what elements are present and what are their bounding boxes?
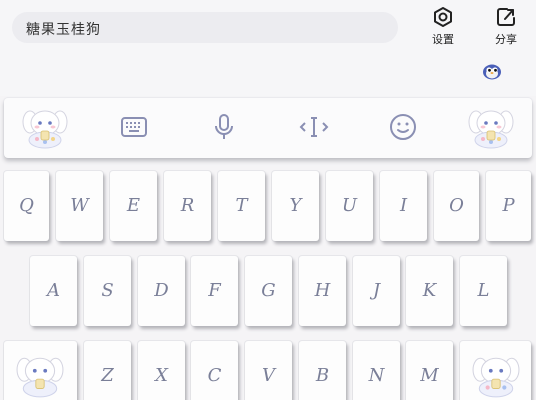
key-l[interactable]: L — [460, 256, 507, 326]
key-m[interactable]: M — [406, 341, 453, 400]
mascot-icon — [472, 357, 520, 398]
penguin-icon[interactable] — [482, 62, 502, 80]
key-r[interactable]: R — [164, 171, 211, 241]
key-s[interactable]: S — [84, 256, 131, 326]
key-n[interactable]: N — [353, 341, 400, 400]
share-button[interactable]: 分享 — [486, 6, 526, 52]
mascot-icon[interactable] — [468, 106, 514, 150]
key-g[interactable]: G — [245, 256, 292, 326]
key-w[interactable]: W — [56, 171, 103, 241]
search-input[interactable]: 糖果玉桂狗 — [12, 12, 398, 43]
mascot-icon[interactable] — [22, 106, 68, 150]
key-p[interactable]: P — [486, 171, 531, 241]
share-icon — [497, 8, 515, 26]
microphone-icon[interactable] — [209, 112, 239, 142]
key-v[interactable]: V — [245, 341, 292, 400]
key-shift[interactable] — [4, 341, 77, 400]
key-j[interactable]: J — [353, 256, 400, 326]
search-input-text: 糖果玉桂狗 — [26, 22, 101, 38]
key-b[interactable]: B — [299, 341, 346, 400]
key-o[interactable]: O — [434, 171, 479, 241]
key-q[interactable]: Q — [4, 171, 49, 241]
key-t[interactable]: T — [218, 171, 265, 241]
key-f[interactable]: F — [191, 256, 238, 326]
key-y[interactable]: Y — [272, 171, 319, 241]
key-k[interactable]: K — [406, 256, 453, 326]
key-h[interactable]: H — [299, 256, 346, 326]
keyboard-icon[interactable] — [119, 112, 149, 142]
settings-icon — [434, 7, 452, 27]
top-bar: 糖果玉桂狗 设置 分享 — [0, 0, 536, 56]
key-d[interactable]: D — [138, 256, 185, 326]
key-i[interactable]: I — [380, 171, 427, 241]
keyboard-toolbar — [4, 98, 532, 158]
candidate-strip — [0, 56, 536, 96]
key-a[interactable]: A — [30, 256, 77, 326]
key-u[interactable]: U — [326, 171, 373, 241]
key-x[interactable]: X — [138, 341, 185, 400]
key-c[interactable]: C — [191, 341, 238, 400]
cursor-icon[interactable] — [299, 112, 329, 142]
key-z[interactable]: Z — [84, 341, 131, 400]
share-label: 分享 — [495, 33, 517, 46]
emoji-icon[interactable] — [388, 112, 418, 142]
settings-button[interactable]: 设置 — [423, 6, 463, 52]
mascot-icon — [16, 357, 64, 398]
key-backspace[interactable] — [460, 341, 531, 400]
settings-label: 设置 — [432, 33, 454, 46]
key-e[interactable]: E — [110, 171, 157, 241]
